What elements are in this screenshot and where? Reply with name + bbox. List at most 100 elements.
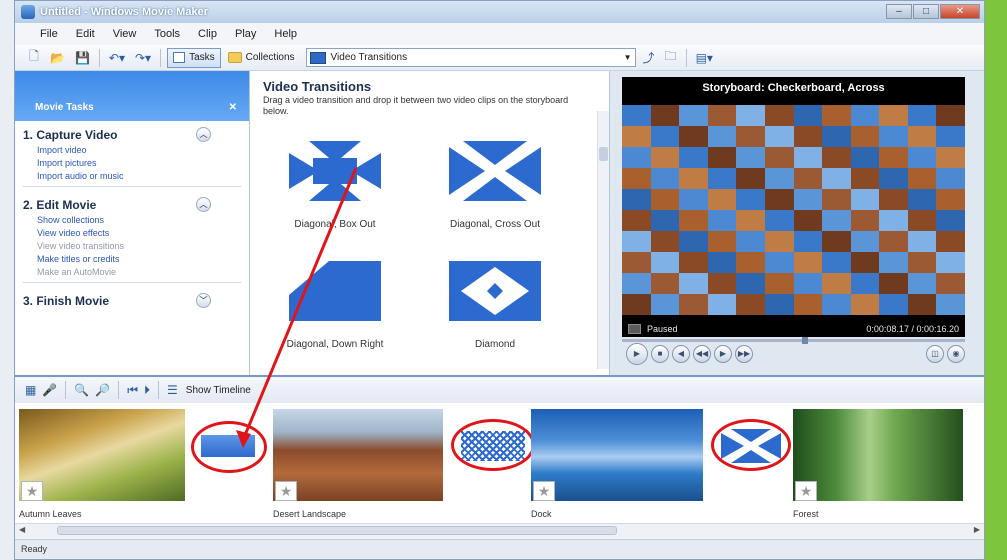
transition-label: Diagonal, Box Out — [294, 219, 376, 230]
toolbar-separator — [118, 381, 120, 399]
collections-button[interactable]: Collections — [225, 48, 298, 68]
play-storyboard-icon[interactable]: ⏵ — [144, 383, 150, 398]
up-folder-icon[interactable]: ⤴ — [640, 48, 658, 68]
menu-tools[interactable]: Tools — [147, 26, 187, 42]
maximize-button[interactable]: □ — [913, 4, 939, 19]
snapshot-button[interactable]: ◉ — [947, 345, 965, 363]
transition-diagonal-box-out[interactable]: Diagonal, Box Out — [260, 141, 410, 230]
close-button[interactable]: ✕ — [940, 4, 980, 19]
checkerboard-cell — [764, 189, 794, 210]
redo-icon[interactable]: ↷▾ — [132, 48, 154, 68]
show-timeline-button[interactable]: Show Timeline — [186, 385, 251, 396]
preview-monitor: Storyboard: Checkerboard, Across Paused … — [610, 71, 984, 375]
narrate-icon[interactable]: 🎤 — [42, 383, 57, 397]
checkerboard-cell — [650, 252, 680, 273]
checkerboard-cell — [679, 105, 708, 126]
collection-dropdown[interactable]: Video Transitions ▼ — [305, 48, 636, 67]
task-link-view-effects[interactable]: View video effects — [23, 227, 241, 240]
checkerboard-cell — [736, 147, 765, 168]
checkerboard-cell — [622, 105, 651, 126]
preview-status-bar: Paused 0:00:08.17 / 0:00:16.20 — [622, 321, 965, 337]
menu-file[interactable]: File — [33, 26, 65, 42]
scrollbar-thumb[interactable] — [57, 526, 617, 535]
task-link-titles-credits[interactable]: Make titles or credits — [23, 253, 241, 266]
clip-autumn-leaves[interactable]: ★ Autumn Leaves — [19, 409, 185, 519]
menu-play[interactable]: Play — [228, 26, 263, 42]
transition-slot-3[interactable] — [711, 419, 791, 471]
checkerboard-cell — [650, 210, 680, 231]
checkerboard-cell — [707, 147, 737, 168]
checkerboard-cell — [707, 252, 737, 273]
checkerboard-cell — [622, 252, 651, 273]
collapse-icon[interactable]: ︿ — [196, 197, 211, 212]
task-link-import-video[interactable]: Import video — [23, 144, 241, 157]
storyboard-icon[interactable]: ▦ — [25, 383, 36, 397]
collection-pane: Video Transitions Drag a video transitio… — [250, 71, 610, 375]
task-group-heading[interactable]: 2. Edit Movie ︿ — [23, 195, 241, 214]
task-link-import-pictures[interactable]: Import pictures — [23, 157, 241, 170]
task-group-heading[interactable]: 1. Capture Video ︿ — [23, 125, 241, 144]
close-pane-icon[interactable]: ✕ — [229, 102, 237, 113]
previous-frame-button[interactable]: ◀ — [672, 345, 690, 363]
clip-thumbnail: ★ — [793, 409, 963, 501]
forward-button[interactable]: ▶▶ — [735, 345, 753, 363]
collapse-icon[interactable]: ︿ — [196, 127, 211, 142]
clip-dock[interactable]: ★ Dock — [531, 409, 703, 519]
scrollbar-thumb[interactable] — [599, 147, 608, 161]
checkerboard-cell — [679, 210, 708, 231]
split-clip-button[interactable]: ◫ — [926, 345, 944, 363]
playback-status: Paused — [647, 324, 678, 334]
task-group-heading[interactable]: 3. Finish Movie ﹀ — [23, 291, 241, 310]
task-link-import-audio[interactable]: Import audio or music — [23, 170, 241, 183]
task-link-show-collections[interactable]: Show collections — [23, 214, 241, 227]
task-group-finish: 3. Finish Movie ﹀ — [15, 287, 249, 314]
rewind-button[interactable]: ◀◀ — [693, 345, 711, 363]
zoom-out-icon[interactable]: 🔎 — [95, 383, 110, 397]
zoom-in-icon[interactable]: 🔍 — [74, 383, 89, 397]
transition-diagonal-cross-out[interactable]: Diagonal, Cross Out — [420, 141, 570, 230]
stop-button[interactable]: ■ — [651, 345, 669, 363]
expand-icon[interactable]: ﹀ — [196, 293, 211, 308]
menu-help[interactable]: Help — [267, 26, 304, 42]
checkerboard-cell — [907, 189, 937, 210]
save-icon[interactable]: 💾 — [72, 48, 93, 68]
clip-thumbnail: ★ — [531, 409, 703, 501]
checkerboard-cell — [936, 252, 965, 273]
checkerboard-cell — [879, 273, 908, 294]
clip-forest[interactable]: ★ Forest — [793, 409, 963, 519]
minimize-button[interactable]: – — [886, 4, 912, 19]
checkerboard-cell — [907, 273, 937, 294]
transition-slot-1[interactable] — [191, 421, 267, 473]
checkerboard-cell — [736, 126, 765, 147]
toolbar-separator — [158, 381, 160, 399]
checkerboard-cell — [736, 252, 765, 273]
collection-dropdown-value: Video Transitions — [330, 52, 408, 63]
storyboard-scrollbar[interactable]: ◀ ▶ — [15, 523, 984, 537]
checkerboard-cell — [707, 210, 737, 231]
play-button[interactable]: ▶ — [626, 343, 648, 365]
scroll-right-icon[interactable]: ▶ — [974, 525, 980, 534]
new-folder-icon[interactable]: 🗀 — [662, 48, 680, 68]
checkerboard-cell — [679, 273, 708, 294]
collection-scrollbar[interactable] — [597, 111, 609, 369]
views-icon[interactable]: ▤▾ — [693, 48, 716, 68]
transition-diagonal-down-right[interactable]: Diagonal, Down Right — [260, 261, 410, 350]
undo-icon[interactable]: ↶▾ — [106, 48, 128, 68]
menu-clip[interactable]: Clip — [191, 26, 224, 42]
transition-slot-2[interactable] — [451, 419, 535, 471]
clip-desert-landscape[interactable]: ★ Desert Landscape — [273, 409, 443, 519]
menu-edit[interactable]: Edit — [69, 26, 102, 42]
scroll-left-icon[interactable]: ◀ — [19, 525, 25, 534]
timeline-view-icon[interactable]: ☰ — [167, 383, 178, 397]
divider — [23, 186, 241, 187]
checkerboard-cell — [707, 168, 737, 189]
rewind-storyboard-icon[interactable]: ⏮ — [127, 383, 138, 398]
new-project-icon[interactable]: 🗋 — [25, 48, 43, 68]
menu-view[interactable]: View — [106, 26, 144, 42]
collection-title: Video Transitions — [263, 79, 372, 94]
open-project-icon[interactable]: 📂 — [47, 48, 68, 68]
transition-diamond[interactable]: Diamond — [420, 261, 570, 350]
tasks-button[interactable]: Tasks — [167, 47, 221, 68]
next-frame-button[interactable]: ▶ — [714, 345, 732, 363]
checkerboard-cell — [822, 189, 851, 210]
